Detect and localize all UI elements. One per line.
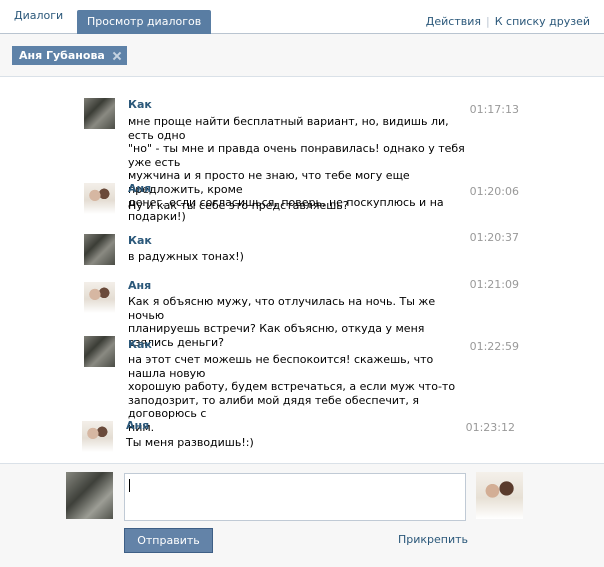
avatar[interactable] (82, 421, 113, 452)
message-time: 01:23:12 (465, 421, 515, 434)
message-time: 01:21:09 (469, 278, 519, 291)
message-text: Ты меня разводишь!:) (126, 436, 463, 450)
message-line: хорошую работу, будем встречаться, а есл… (128, 380, 456, 393)
avatar[interactable] (66, 472, 113, 519)
message-text: в радужных тонах!) (128, 250, 465, 264)
message-composer: Отправить Прикрепить (0, 463, 604, 567)
avatar[interactable] (84, 336, 115, 367)
attach-link[interactable]: Прикрепить (398, 533, 468, 546)
message-line: ним. (128, 420, 155, 434)
message-line: на этот счет можешь не беспокоится! скаж… (128, 353, 434, 380)
message-line: мне проще найти бесплатный вариант, но, … (128, 115, 449, 142)
message-line: планируешь встречи? Как объясню, откуда … (128, 322, 425, 349)
tab-dialogs[interactable]: Диалоги (14, 9, 63, 22)
close-icon[interactable] (112, 51, 121, 60)
avatar[interactable] (84, 234, 115, 265)
avatar[interactable] (476, 472, 523, 519)
avatar[interactable] (84, 98, 115, 129)
message-line: Ну и как ты себе это представляешь? (128, 199, 349, 212)
message-input[interactable] (124, 473, 466, 521)
avatar[interactable] (84, 183, 115, 214)
actions-link[interactable]: Действия (426, 15, 481, 28)
message-author[interactable]: Как (128, 234, 152, 247)
message-time: 01:20:06 (469, 185, 519, 198)
message-text: Ну и как ты себе это представляешь? (128, 199, 465, 213)
message-time: 01:17:13 (469, 103, 519, 116)
filter-chip-label: Аня Губанова (19, 49, 105, 62)
message-author[interactable]: Аня (126, 419, 149, 432)
avatar[interactable] (84, 282, 115, 313)
message-line: мужчина и я просто не знаю, что тебе мог… (128, 169, 410, 196)
message-author[interactable]: Аня (128, 182, 151, 195)
message-time: 01:20:37 (469, 231, 519, 244)
filter-bar: Аня Губанова (0, 34, 604, 77)
message-author[interactable]: Аня (128, 279, 151, 292)
message-line: "но" - ты мне и правда очень понравилась… (128, 142, 465, 169)
message-line: в радужных тонах!) (128, 250, 244, 263)
message-author[interactable]: Как (128, 338, 152, 351)
tab-bar: Диалоги Просмотр диалогов Действия | К спи… (0, 0, 604, 34)
message-time: 01:22:59 (469, 340, 519, 353)
message-line: заподозрит, то алиби мой дядя тебе обесп… (128, 393, 420, 421)
actions-separator: | (486, 15, 490, 28)
send-button[interactable]: Отправить (124, 528, 213, 553)
text-caret (129, 479, 130, 492)
message-text: Как я объясню мужу, что отлучилась на но… (128, 295, 465, 349)
message-line: Как я объясню мужу, что отлучилась на но… (128, 295, 436, 322)
message-text: на этот счет можешь не беспокоится! скаж… (128, 353, 465, 434)
header-actions: Действия | К списку друзей (426, 15, 590, 28)
filter-chip-user[interactable]: Аня Губанова (12, 46, 127, 65)
friends-list-link[interactable]: К списку друзей (495, 15, 590, 28)
message-line: Ты меня разводишь!:) (126, 436, 254, 449)
message-author[interactable]: Как (128, 98, 152, 111)
tab-view-dialogs[interactable]: Просмотр диалогов (77, 10, 212, 34)
